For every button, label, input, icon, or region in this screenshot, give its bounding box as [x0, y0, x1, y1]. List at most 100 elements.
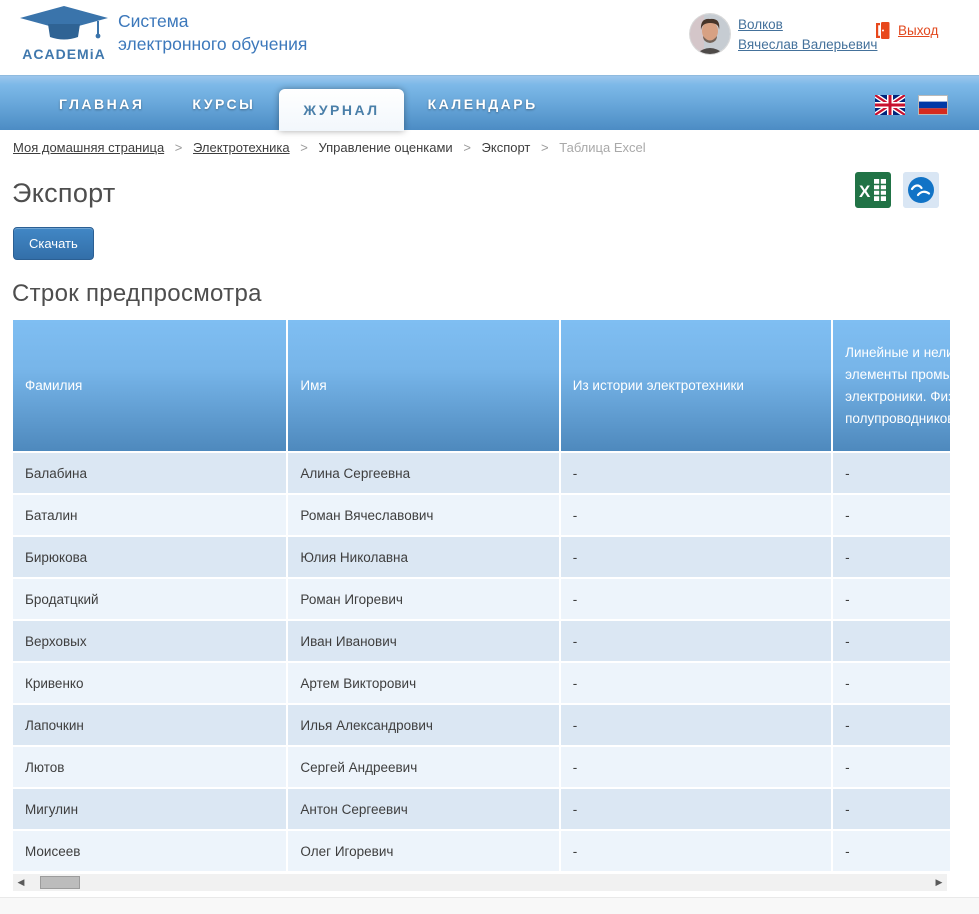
cell-lastname: Лапочкин [13, 704, 287, 746]
table-row: Лютов Сергей Андреевич - - [13, 746, 950, 788]
cell-grade2: - [832, 704, 950, 746]
breadcrumb-separator: > [300, 140, 308, 155]
cell-grade1: - [560, 536, 832, 578]
cell-grade2: - [832, 662, 950, 704]
scroll-left-arrow-icon[interactable]: ◀ [13, 874, 29, 891]
footer-strip [0, 897, 979, 914]
user-firstname-link[interactable]: Вячеслав Валерьевич [738, 35, 877, 55]
cell-firstname: Роман Игоревич [287, 578, 559, 620]
scrollbar-thumb[interactable] [40, 876, 80, 889]
breadcrumb: Моя домашняя страница > Электротехника >… [13, 140, 646, 155]
cell-firstname: Сергей Андреевич [287, 746, 559, 788]
table-row: Лапочкин Илья Александрович - - [13, 704, 950, 746]
logout-link[interactable]: Выход [898, 23, 938, 38]
breadcrumb-export: Экспорт [482, 140, 531, 155]
graduation-cap-icon [18, 5, 110, 43]
cell-lastname: Лютов [13, 746, 287, 788]
cell-firstname: Алина Сергеевна [287, 452, 559, 494]
svg-text:X: X [859, 182, 871, 201]
cell-grade2: - [832, 746, 950, 788]
user-lastname-link[interactable]: Волков [738, 15, 877, 35]
cell-grade2: - [832, 830, 950, 872]
logo[interactable]: ACADEMiA [14, 5, 114, 62]
cell-grade1: - [560, 704, 832, 746]
cell-grade1: - [560, 788, 832, 830]
column-header-history: Из истории электротехники [560, 320, 832, 452]
system-title: Система электронного обучения [118, 10, 307, 56]
column-header-firstname: Имя [287, 320, 559, 452]
logout: Выход [874, 21, 938, 40]
lms-page: ACADEMiA Система электронного обучения В… [0, 0, 979, 914]
cell-grade2: - [832, 536, 950, 578]
nav-item-home[interactable]: ГЛАВНАЯ [35, 96, 168, 112]
cell-grade2: - [832, 578, 950, 620]
cell-firstname: Артем Викторович [287, 662, 559, 704]
export-format-icons: X [855, 172, 939, 208]
cell-grade1: - [560, 620, 832, 662]
uk-flag-icon[interactable] [875, 95, 905, 115]
table-row: Верховых Иван Иванович - - [13, 620, 950, 662]
nav-tabs: ГЛАВНАЯ КУРСЫ ЖУРНАЛ КАЛЕНДАРЬ [35, 76, 562, 131]
system-title-line1: Система [118, 10, 307, 33]
cell-grade1: - [560, 452, 832, 494]
table-row: Моисеев Олег Игоревич - - [13, 830, 950, 872]
nav-item-courses[interactable]: КУРСЫ [168, 96, 279, 112]
cell-grade2: - [832, 788, 950, 830]
cell-lastname: Бирюкова [13, 536, 287, 578]
cell-lastname: Балабина [13, 452, 287, 494]
breadcrumb-course[interactable]: Электротехника [193, 140, 290, 155]
column-header-lastname: Фамилия [13, 320, 287, 452]
table-row: Баталин Роман Вячеславович - - [13, 494, 950, 536]
user-name: Волков Вячеслав Валерьевич [738, 15, 877, 55]
main-navbar: ГЛАВНАЯ КУРСЫ ЖУРНАЛ КАЛЕНДАРЬ [0, 75, 979, 130]
cell-firstname: Юлия Николавна [287, 536, 559, 578]
breadcrumb-separator: > [541, 140, 549, 155]
cell-lastname: Бродатцкий [13, 578, 287, 620]
download-button[interactable]: Скачать [13, 227, 94, 260]
cell-lastname: Верховых [13, 620, 287, 662]
cell-grade1: - [560, 494, 832, 536]
table-row: Бирюкова Юлия Николавна - - [13, 536, 950, 578]
excel-icon[interactable]: X [855, 172, 891, 208]
cell-grade2: - [832, 620, 950, 662]
grades-preview-table: Фамилия Имя Из истории электротехники Ли… [13, 320, 950, 872]
horizontal-scrollbar[interactable]: ◀ ▶ [13, 874, 947, 891]
breadcrumb-excel: Таблица Excel [559, 140, 645, 155]
breadcrumb-separator: > [463, 140, 471, 155]
cell-grade1: - [560, 662, 832, 704]
cell-lastname: Кривенко [13, 662, 287, 704]
cell-grade2: - [832, 452, 950, 494]
cell-lastname: Мигулин [13, 788, 287, 830]
preview-section-title: Строк предпросмотра [12, 280, 262, 308]
page-title: Экспорт [12, 178, 116, 209]
top-header: ACADEMiA Система электронного обучения В… [0, 0, 979, 75]
exit-door-icon [874, 21, 891, 40]
system-title-line2: электронного обучения [118, 33, 307, 56]
ru-flag-icon[interactable] [918, 95, 948, 115]
scroll-right-arrow-icon[interactable]: ▶ [931, 874, 947, 891]
breadcrumb-home[interactable]: Моя домашняя страница [13, 140, 164, 155]
cell-firstname: Антон Сергеевич [287, 788, 559, 830]
cell-lastname: Баталин [13, 494, 287, 536]
language-switch [875, 95, 948, 115]
table-row: Балабина Алина Сергеевна - - [13, 452, 950, 494]
cell-firstname: Олег Игоревич [287, 830, 559, 872]
cell-firstname: Иван Иванович [287, 620, 559, 662]
cell-firstname: Илья Александрович [287, 704, 559, 746]
cell-grade1: - [560, 578, 832, 620]
user-avatar[interactable] [690, 14, 730, 54]
nav-item-calendar[interactable]: КАЛЕНДАРЬ [404, 96, 562, 112]
breadcrumb-separator: > [175, 140, 183, 155]
logo-wordmark: ACADEMiA [14, 46, 114, 62]
table-row: Кривенко Артем Викторович - - [13, 662, 950, 704]
cell-grade1: - [560, 830, 832, 872]
cell-firstname: Роман Вячеславович [287, 494, 559, 536]
avatar-photo [690, 14, 730, 54]
cell-grade1: - [560, 746, 832, 788]
breadcrumb-grades: Управление оценками [318, 140, 452, 155]
openoffice-icon[interactable] [903, 172, 939, 208]
nav-item-journal-active[interactable]: ЖУРНАЛ [279, 89, 403, 131]
table-row: Бродатцкий Роман Игоревич - - [13, 578, 950, 620]
cell-lastname: Моисеев [13, 830, 287, 872]
table-header-row: Фамилия Имя Из истории электротехники Ли… [13, 320, 950, 452]
